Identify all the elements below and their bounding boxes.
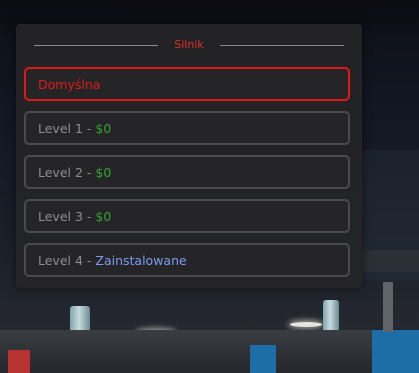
scene-floor [0, 330, 419, 373]
option-price: $0 [95, 120, 112, 136]
option-installed-status: Zainstalowane [95, 252, 187, 268]
option-default[interactable]: Domyślna [24, 67, 350, 101]
option-separator: - [82, 252, 96, 268]
menu-header: Silnik [34, 36, 344, 54]
option-level-4[interactable]: Level 4 - Zainstalowane [24, 243, 350, 277]
menu-title: Silnik [174, 38, 204, 51]
option-level-2[interactable]: Level 2 - $0 [24, 155, 350, 189]
ceiling-lamp-right [290, 322, 322, 327]
option-level-1[interactable]: Level 1 - $0 [24, 111, 350, 145]
option-label: Level 1 [38, 120, 83, 136]
option-label: Level 2 [38, 164, 83, 180]
option-separator: - [82, 120, 96, 136]
option-price: $0 [95, 164, 112, 180]
option-separator: - [82, 208, 96, 224]
header-divider-right [219, 44, 344, 46]
blue-crate-right [372, 330, 419, 373]
blue-crate-left [250, 345, 276, 373]
option-separator: - [82, 164, 96, 180]
option-price: $0 [95, 208, 112, 224]
engine-upgrade-menu: Silnik Domyślna Level 1 - $0 Level 2 - $… [16, 24, 362, 288]
option-label: Level 4 [38, 252, 83, 268]
option-level-3[interactable]: Level 3 - $0 [24, 199, 350, 233]
scene-post [383, 282, 393, 332]
red-crate [8, 350, 30, 373]
option-label: Level 3 [38, 208, 83, 224]
option-label: Domyślna [38, 76, 101, 92]
game-scene: Silnik Domyślna Level 1 - $0 Level 2 - $… [0, 0, 419, 373]
header-divider-left [34, 44, 159, 46]
